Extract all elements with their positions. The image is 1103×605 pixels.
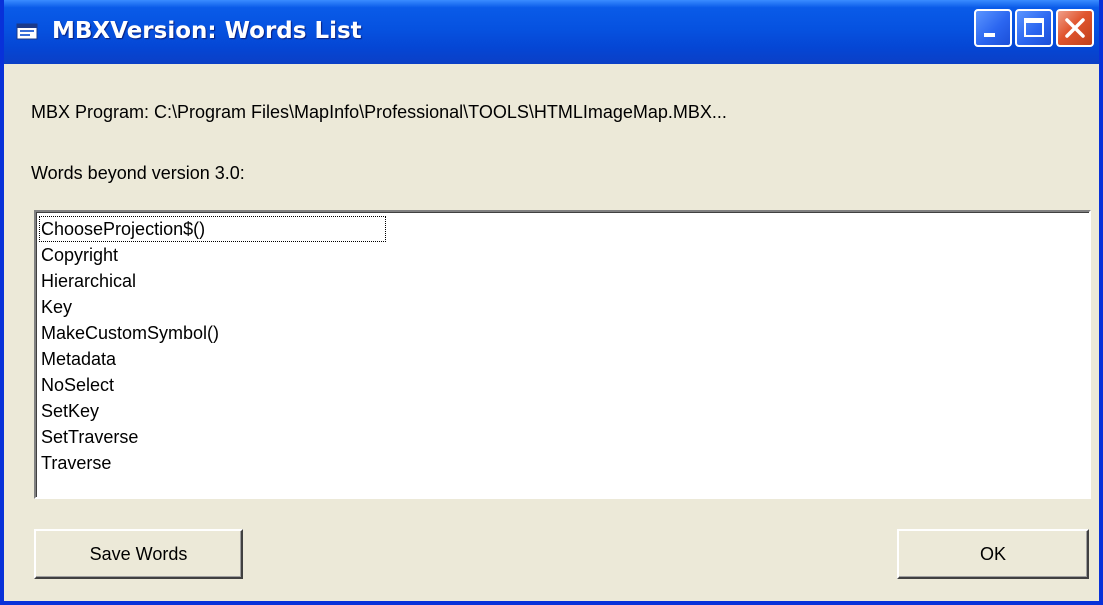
title-bar[interactable]: MBXVersion: Words List bbox=[4, 0, 1099, 64]
list-item[interactable]: SetTraverse bbox=[39, 424, 386, 450]
window-title: MBXVersion: Words List bbox=[52, 18, 362, 44]
ok-button[interactable]: OK bbox=[897, 529, 1089, 579]
app-window-icon bbox=[16, 22, 38, 40]
list-item[interactable]: SetKey bbox=[39, 398, 386, 424]
save-words-button[interactable]: Save Words bbox=[34, 529, 243, 579]
list-item[interactable]: MakeCustomSymbol() bbox=[39, 320, 386, 346]
words-beyond-label: Words beyond version 3.0: bbox=[31, 163, 245, 183]
maximize-button[interactable] bbox=[1015, 9, 1053, 47]
list-item[interactable]: Hierarchical bbox=[39, 268, 386, 294]
minimize-icon bbox=[984, 33, 995, 37]
words-list-window: MBXVersion: Words List MBX Program: C:\P… bbox=[0, 0, 1103, 605]
mbx-program-label: MBX Program: C:\Program Files\MapInfo\Pr… bbox=[31, 102, 727, 122]
close-icon bbox=[1065, 18, 1085, 38]
list-item[interactable]: NoSelect bbox=[39, 372, 386, 398]
words-list: ChooseProjection$() Copyright Hierarchic… bbox=[39, 216, 386, 476]
list-item[interactable]: Traverse bbox=[39, 450, 386, 476]
minimize-button[interactable] bbox=[974, 9, 1012, 47]
words-listbox[interactable]: ChooseProjection$() Copyright Hierarchic… bbox=[34, 210, 1091, 499]
close-button[interactable] bbox=[1056, 9, 1094, 47]
maximize-icon bbox=[1024, 18, 1044, 37]
list-item[interactable]: Copyright bbox=[39, 242, 386, 268]
list-item[interactable]: ChooseProjection$() bbox=[39, 216, 386, 242]
list-item[interactable]: Metadata bbox=[39, 346, 386, 372]
list-item[interactable]: Key bbox=[39, 294, 386, 320]
